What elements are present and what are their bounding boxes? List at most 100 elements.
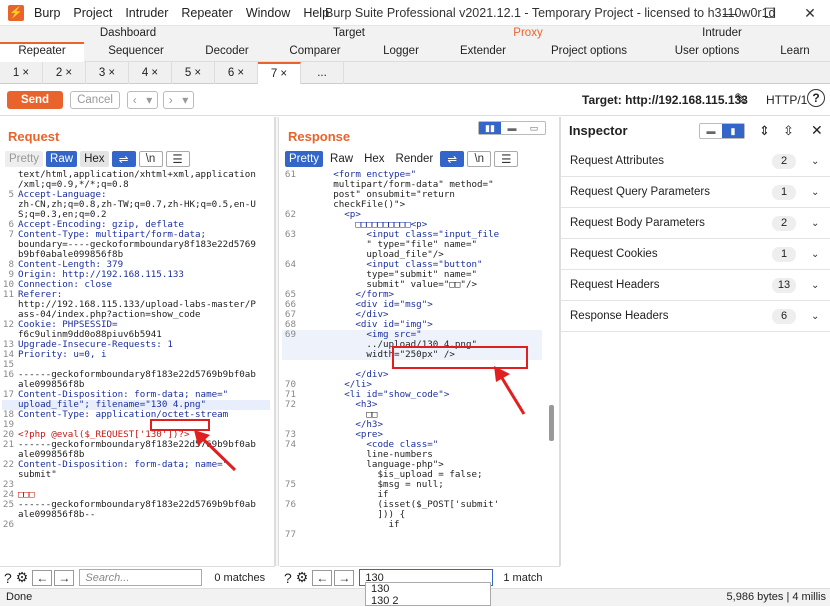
- main-tab[interactable]: Proxy: [513, 27, 542, 39]
- chevron-down-icon[interactable]: ⌄: [811, 280, 819, 291]
- request-title: Request: [8, 129, 60, 144]
- http-version-toggle[interactable]: HTTP/1: [766, 93, 807, 107]
- response-editor[interactable]: 61 <form enctype=" multipart/form-data" …: [282, 170, 542, 540]
- search-back-icon[interactable]: ←: [312, 569, 333, 586]
- collapse-all-icon[interactable]: ⇕: [759, 123, 770, 139]
- history-back-button[interactable]: ‹ ▾: [127, 91, 158, 109]
- search-forward-icon[interactable]: →: [54, 569, 75, 586]
- menu-item[interactable]: Project: [73, 6, 112, 20]
- edit-target-icon[interactable]: ✎: [734, 90, 747, 108]
- scrollbar-thumb[interactable]: [549, 405, 554, 441]
- raw-tab[interactable]: Raw: [46, 151, 78, 167]
- pane-splitter[interactable]: [275, 117, 279, 566]
- main-tab[interactable]: Repeater: [18, 45, 65, 57]
- repeater-tab[interactable]: 7 ×: [258, 62, 301, 84]
- repeater-tab[interactable]: 5 ×: [172, 62, 215, 84]
- wrap-icon[interactable]: ⇌: [111, 151, 136, 167]
- close-inspector-icon[interactable]: ✕: [811, 122, 823, 139]
- inspector-section[interactable]: Request Query Parameters 1 ⌄: [561, 177, 830, 208]
- wrap-icon[interactable]: ⇌: [440, 151, 465, 167]
- response-title: Response: [288, 129, 351, 144]
- chevron-left-icon: ‹: [132, 93, 137, 107]
- suggestion-item[interactable]: 130 2: [371, 595, 490, 607]
- main-tab[interactable]: Target: [333, 27, 365, 39]
- inspector-layout-icon[interactable]: ▬: [700, 124, 722, 138]
- close-icon[interactable]: ✕: [790, 0, 830, 26]
- repeater-tab[interactable]: 2 ×: [43, 62, 86, 84]
- menu-item[interactable]: Repeater: [181, 6, 232, 20]
- newline-toggle[interactable]: \n: [138, 151, 163, 167]
- inspector-section[interactable]: Request Body Parameters 2 ⌄: [561, 208, 830, 239]
- help-icon[interactable]: ?: [284, 570, 292, 586]
- repeater-tab[interactable]: 6 ×: [215, 62, 258, 84]
- search-forward-icon[interactable]: →: [334, 569, 355, 586]
- hex-tab[interactable]: Hex: [80, 151, 109, 167]
- newline-toggle[interactable]: \n: [467, 151, 492, 167]
- layout-toggle[interactable]: ▮▮ ▬ ▭: [478, 121, 546, 135]
- history-forward-button[interactable]: › ▾: [163, 91, 194, 109]
- chevron-down-icon[interactable]: ⌄: [811, 218, 819, 229]
- code-text: Content-Type: application/octet-stream: [18, 409, 229, 420]
- settings-icon[interactable]: ⚙: [296, 569, 309, 586]
- line-number: 75: [284, 479, 296, 490]
- request-search-input[interactable]: Search...: [79, 569, 203, 586]
- main-tab[interactable]: Decoder: [205, 45, 248, 57]
- code-line: 26: [2, 520, 270, 530]
- chevron-down-icon[interactable]: ⌄: [811, 187, 819, 198]
- main-tab[interactable]: Dashboard: [100, 27, 156, 39]
- repeater-tab[interactable]: 4 ×: [129, 62, 172, 84]
- hex-tab[interactable]: Hex: [360, 151, 388, 167]
- count-badge: 13: [772, 277, 796, 293]
- raw-tab[interactable]: Raw: [326, 151, 357, 167]
- main-tab[interactable]: Extender: [460, 45, 506, 57]
- main-tab[interactable]: Project options: [551, 45, 627, 57]
- request-match-count: 0 matches: [214, 571, 266, 584]
- repeater-tab[interactable]: 3 ×: [86, 62, 129, 84]
- maximize-icon[interactable]: ☐: [750, 0, 790, 26]
- main-tab[interactable]: Sequencer: [108, 45, 164, 57]
- inspector-section-label: Request Body Parameters: [570, 217, 705, 229]
- chevron-down-icon[interactable]: ⌄: [811, 249, 819, 260]
- search-back-icon[interactable]: ←: [32, 569, 53, 586]
- main-tab[interactable]: Intruder: [702, 27, 742, 39]
- send-button[interactable]: Send: [7, 91, 63, 109]
- main-tab[interactable]: Comparer: [289, 45, 340, 57]
- cancel-button[interactable]: Cancel: [70, 91, 120, 109]
- inspector-layout-active-icon[interactable]: ▮: [722, 124, 744, 138]
- settings-icon[interactable]: ⚙: [16, 569, 29, 586]
- repeater-tab[interactable]: 1 ×: [0, 62, 43, 84]
- menu-icon[interactable]: ☰: [165, 151, 190, 167]
- suggestion-item[interactable]: 130: [371, 583, 490, 595]
- inspector-section[interactable]: Response Headers 6 ⌄: [561, 301, 830, 332]
- code-line: 77: [282, 530, 542, 540]
- main-tab[interactable]: User options: [675, 45, 740, 57]
- chevron-down-icon[interactable]: ⌄: [811, 156, 819, 167]
- help-icon[interactable]: ?: [807, 89, 825, 107]
- layout-stack-icon[interactable]: ▬: [501, 122, 523, 134]
- help-icon[interactable]: ?: [4, 570, 12, 586]
- code-line: 18 Content-Type: application/octet-stream: [2, 410, 270, 420]
- layout-tab-icon[interactable]: ▭: [523, 122, 545, 134]
- main-tab[interactable]: Logger: [383, 45, 419, 57]
- main-tab[interactable]: Learn: [780, 45, 809, 57]
- expand-all-icon[interactable]: ⇳: [783, 123, 794, 139]
- chevron-down-icon[interactable]: ⌄: [811, 311, 819, 322]
- request-editor[interactable]: text/html,application/xhtml+xml,applicat…: [2, 170, 270, 530]
- menu-icon[interactable]: ☰: [494, 151, 519, 167]
- pretty-tab[interactable]: Pretty: [5, 151, 44, 167]
- menu-item[interactable]: Burp: [34, 6, 60, 20]
- inspector-title: Inspector: [569, 123, 628, 138]
- layout-split-icon[interactable]: ▮▮: [479, 122, 501, 134]
- render-tab[interactable]: Render: [392, 151, 438, 167]
- menu-item[interactable]: Intruder: [125, 6, 168, 20]
- line-number: 25: [2, 499, 14, 510]
- count-badge: 2: [772, 153, 796, 169]
- menu-item[interactable]: Window: [246, 6, 290, 20]
- pretty-tab[interactable]: Pretty: [285, 151, 324, 167]
- inspector-section[interactable]: Request Headers 13 ⌄: [561, 270, 830, 301]
- minimize-icon[interactable]: —: [710, 0, 750, 26]
- inspector-section[interactable]: Request Attributes 2 ⌄: [561, 146, 830, 177]
- inspector-section[interactable]: Request Cookies 1 ⌄: [561, 239, 830, 270]
- repeater-tab[interactable]: ...: [301, 62, 344, 84]
- search-suggestions: 130 130 2: [365, 582, 491, 607]
